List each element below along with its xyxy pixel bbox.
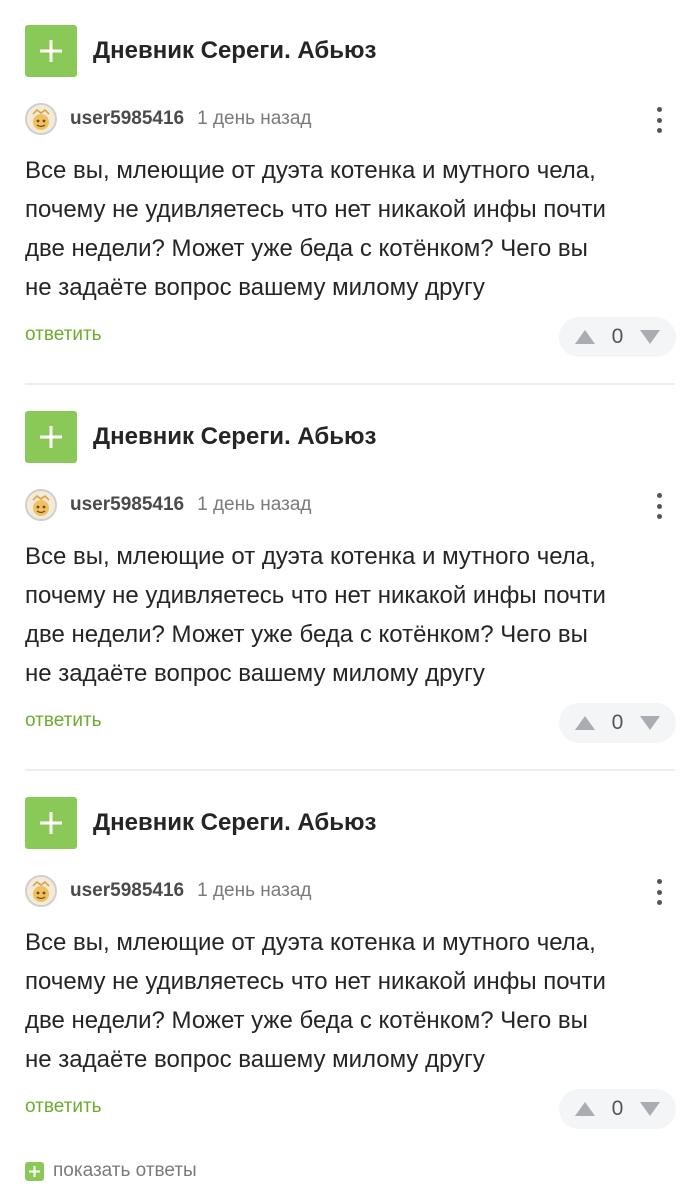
comment-text-line: не задаёте вопрос вашему милому другу (25, 660, 485, 687)
plus-icon (40, 426, 62, 448)
story-title-link[interactable]: Дневник Сереги. Абьюз (93, 37, 376, 65)
more-vertical-icon (656, 879, 662, 884)
more-vertical-icon-dot (656, 900, 662, 905)
comment-timestamp[interactable]: 1 день назад (197, 108, 311, 130)
downvote-button[interactable] (638, 327, 662, 347)
arrow-up-icon (575, 716, 595, 730)
arrow-down-icon (640, 716, 660, 730)
comment-text-line: две недели? Может уже беда с котёнком? Ч… (25, 621, 588, 648)
more-vertical-icon-dot (656, 889, 662, 895)
comment-body: Все вы, млеющие от дуэта котенка и мутно… (25, 151, 685, 307)
reply-button[interactable]: ответить (25, 1096, 102, 1118)
upvote-button[interactable] (573, 713, 597, 733)
username-link[interactable]: user5985416 (70, 494, 184, 516)
avatar[interactable] (25, 489, 57, 521)
comment-text-line: Все вы, млеющие от дуэта котенка и мутно… (25, 543, 596, 570)
avatar-image (27, 491, 55, 519)
arrow-up-icon (575, 1102, 595, 1116)
plus-icon (40, 40, 62, 62)
username-link[interactable]: user5985416 (70, 108, 184, 130)
arrow-up-icon (575, 330, 595, 344)
upvote-button[interactable] (573, 327, 597, 347)
comment-text-line: почему не удивляетесь что нет никакой ин… (25, 968, 606, 995)
more-vertical-icon-dot (656, 503, 662, 509)
arrow-down-icon (640, 1102, 660, 1116)
comment-text-line: не задаёте вопрос вашему милому другу (25, 1046, 485, 1073)
comment-card: Дневник Сереги. Абьюз user5985416 1 день… (0, 0, 700, 386)
more-options-button[interactable] (649, 877, 669, 907)
comments-feed: Дневник Сереги. Абьюз user5985416 1 день… (0, 0, 700, 1191)
rating-value: 0 (611, 325, 624, 348)
comment-divider (25, 383, 675, 385)
comment-timestamp[interactable]: 1 день назад (197, 880, 311, 902)
reply-button[interactable]: ответить (25, 324, 102, 346)
show-replies-label: показать ответы (53, 1160, 197, 1181)
avatar-image (27, 105, 55, 133)
more-vertical-icon-dot (656, 128, 662, 133)
downvote-button[interactable] (638, 713, 662, 733)
comment-text-line: Все вы, млеющие от дуэта котенка и мутно… (25, 157, 596, 184)
story-header: Дневник Сереги. Абьюз (25, 411, 376, 463)
plus-icon (25, 1161, 44, 1181)
subscribe-story-button[interactable] (25, 797, 77, 849)
more-options-button[interactable] (649, 491, 669, 521)
arrow-down-icon (640, 330, 660, 344)
plus-icon (40, 812, 62, 834)
comment-text-line: почему не удивляетесь что нет никакой ин… (25, 196, 606, 223)
comment-body: Все вы, млеющие от дуэта котенка и мутно… (25, 537, 685, 693)
more-vertical-icon (656, 107, 662, 112)
story-header: Дневник Сереги. Абьюз (25, 25, 376, 77)
more-vertical-icon-dot (656, 117, 662, 123)
comment-author-row: user5985416 1 день назад (25, 489, 675, 521)
comment-author-row: user5985416 1 день назад (25, 103, 675, 135)
comment-text-line: две недели? Может уже беда с котёнком? Ч… (25, 235, 588, 262)
username-link[interactable]: user5985416 (70, 880, 184, 902)
story-title-link[interactable]: Дневник Сереги. Абьюз (93, 423, 376, 451)
comment-text-line: почему не удивляетесь что нет никакой ин… (25, 582, 606, 609)
comment-text-line: Все вы, млеющие от дуэта котенка и мутно… (25, 929, 596, 956)
comment-card: Дневник Сереги. Абьюз user5985416 1 день… (0, 772, 700, 1158)
story-title-link[interactable]: Дневник Сереги. Абьюз (93, 809, 376, 837)
comment-text-line: не задаёте вопрос вашему милому другу (25, 274, 485, 301)
comment-text-line: две недели? Может уже беда с котёнком? Ч… (25, 1007, 588, 1034)
rating-value: 0 (611, 1097, 624, 1120)
avatar-image (27, 877, 55, 905)
show-replies-button[interactable]: показать ответы (25, 1160, 197, 1182)
story-header: Дневник Сереги. Абьюз (25, 797, 376, 849)
comment-rating: 0 (559, 317, 676, 357)
rating-value: 0 (611, 711, 624, 734)
comment-author-row: user5985416 1 день назад (25, 875, 675, 907)
upvote-button[interactable] (573, 1099, 597, 1119)
comment-rating: 0 (559, 703, 676, 743)
downvote-button[interactable] (638, 1099, 662, 1119)
more-vertical-icon (656, 493, 662, 498)
comment-card: Дневник Сереги. Абьюз user5985416 1 день… (0, 386, 700, 772)
comment-rating: 0 (559, 1089, 676, 1129)
plus-icon-glyph (29, 1165, 40, 1177)
reply-button[interactable]: ответить (25, 710, 102, 732)
avatar[interactable] (25, 103, 57, 135)
more-vertical-icon-dot (656, 514, 662, 519)
comment-body: Все вы, млеющие от дуэта котенка и мутно… (25, 923, 685, 1079)
avatar[interactable] (25, 875, 57, 907)
comment-divider (25, 769, 675, 771)
comment-timestamp[interactable]: 1 день назад (197, 494, 311, 516)
subscribe-story-button[interactable] (25, 411, 77, 463)
more-options-button[interactable] (649, 105, 669, 135)
subscribe-story-button[interactable] (25, 25, 77, 77)
